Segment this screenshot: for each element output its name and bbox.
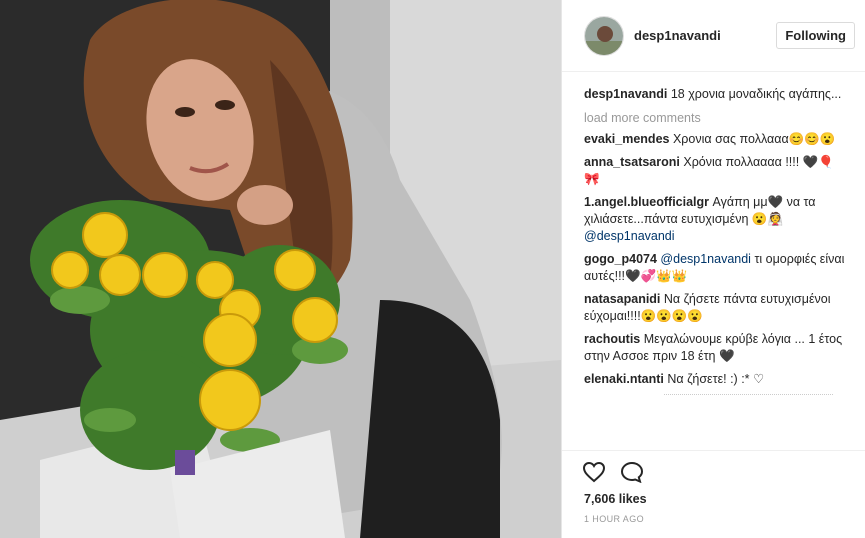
caption-username[interactable]: desp1navandi bbox=[584, 87, 667, 101]
comment-item: elenaki.ntanti Να ζήσετε! :) :* ♡ bbox=[584, 371, 845, 388]
comment-item: 1.angel.blueofficialgr Αγάπη μμ🖤 να τα χ… bbox=[584, 194, 845, 245]
like-count[interactable]: 7,606 likes bbox=[562, 492, 865, 506]
avatar[interactable] bbox=[584, 15, 624, 56]
instagram-post-view: desp1navandi Following desp1navandi 18 χ… bbox=[0, 0, 865, 538]
comment-username[interactable]: 1.angel.blueofficialgr bbox=[584, 195, 709, 209]
comment-item: rachoutis Μεγαλώνουμε κρύβε λόγια ... 1 … bbox=[584, 331, 845, 365]
comment-username[interactable]: evaki_mendes bbox=[584, 132, 669, 146]
comment-text: Να ζήσετε! :) :* ♡ bbox=[667, 372, 765, 386]
post-header: desp1navandi Following bbox=[562, 0, 865, 72]
load-more-comments-link[interactable]: load more comments bbox=[584, 111, 845, 125]
comment-mention[interactable]: @desp1navandi bbox=[660, 252, 751, 266]
comment-username[interactable]: gogo_p4074 bbox=[584, 252, 657, 266]
caption-text: 18 χρονια μοναδικής αγάπης... bbox=[670, 87, 842, 101]
post-timestamp[interactable]: 1 HOUR AGO bbox=[562, 506, 865, 538]
avatar-image bbox=[585, 16, 623, 55]
heart-outline-icon[interactable] bbox=[582, 461, 606, 483]
post-image bbox=[0, 0, 561, 538]
comment-mention[interactable]: @desp1navandi bbox=[584, 229, 675, 243]
following-button[interactable]: Following bbox=[776, 22, 855, 49]
post-side-panel: desp1navandi Following desp1navandi 18 χ… bbox=[561, 0, 865, 538]
comment-list: desp1navandi 18 χρονια μοναδικής αγάπης.… bbox=[562, 72, 865, 450]
comment-item: evaki_mendes Χρονια σας πολλααα😊😊😮 bbox=[584, 131, 845, 148]
comment-item: gogo_p4074 @desp1navandi τι ομορφιές είν… bbox=[584, 251, 845, 285]
comment-item: anna_tsatsaroni Χρόνια πολλαααα !!!! 🖤🎈🎀 bbox=[584, 154, 845, 188]
comment-username[interactable]: anna_tsatsaroni bbox=[584, 155, 680, 169]
comment-scroll-indicator bbox=[664, 394, 833, 400]
post-photo[interactable] bbox=[0, 0, 561, 538]
post-author-username[interactable]: desp1navandi bbox=[634, 28, 776, 43]
comment-username[interactable]: natasapanidi bbox=[584, 292, 660, 306]
comment-text: Χρονια σας πολλααα😊😊😮 bbox=[672, 132, 836, 146]
comment-item: natasapanidi Να ζήσετε πάντα ευτυχισμένο… bbox=[584, 291, 845, 325]
post-actions bbox=[562, 450, 865, 492]
post-caption: desp1navandi 18 χρονια μοναδικής αγάπης.… bbox=[584, 86, 845, 103]
speech-bubble-icon[interactable] bbox=[620, 461, 644, 483]
comment-username[interactable]: elenaki.ntanti bbox=[584, 372, 664, 386]
comment-username[interactable]: rachoutis bbox=[584, 332, 640, 346]
